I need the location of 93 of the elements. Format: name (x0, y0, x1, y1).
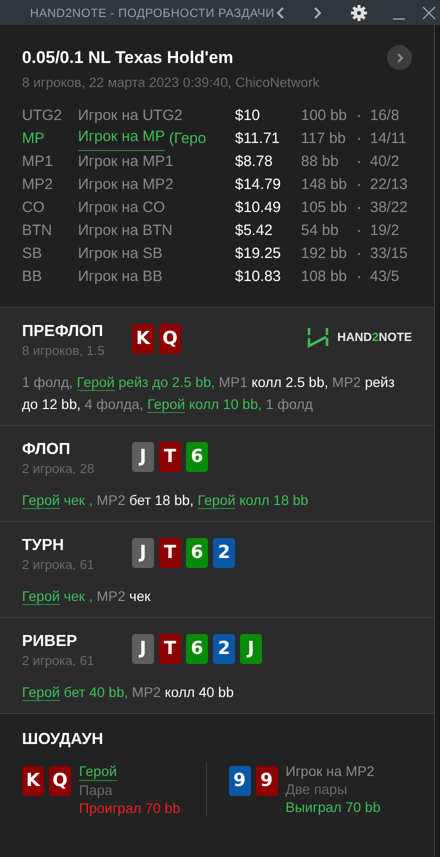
playing-card: T (159, 538, 181, 568)
stack-bb: 148 bb (301, 175, 348, 195)
player-name[interactable]: Игрок на MP2 (78, 174, 174, 196)
playing-card: J (132, 442, 154, 472)
stack-amount: $10.49 (235, 198, 282, 218)
hero-link[interactable]: Герой (22, 684, 60, 701)
stack-bb: 105 bb (301, 198, 348, 218)
street-info: 8 игроков, 1.5 (22, 342, 106, 359)
hero-link[interactable]: Герой (198, 492, 236, 509)
playing-card: T (159, 442, 181, 472)
stack-bb: 117 bb (301, 129, 347, 149)
chevron-right-icon (394, 52, 404, 64)
hand-subtitle: 8 игроков, 22 марта 2023 0:39:40, ChicoNetwork (22, 74, 320, 92)
settings-icon[interactable] (350, 4, 368, 22)
stack-amount: $10 (235, 106, 262, 126)
street-name: ФЛОП (22, 440, 72, 460)
player-note: (Геро (168, 129, 206, 149)
hero-link[interactable]: Герой (147, 396, 186, 413)
stack-amount: $19.25 (235, 244, 282, 264)
street-name: ТУРН (22, 536, 65, 556)
playing-card: 9 (228, 766, 250, 796)
close-icon[interactable] (422, 6, 436, 20)
playing-card: 2 (213, 538, 235, 568)
player-stats: 14/11 (370, 129, 406, 149)
playing-card: Q (49, 766, 71, 796)
street-info: 2 игрока, 28 (22, 460, 96, 477)
hand-rank: Пара (79, 780, 114, 799)
player-name[interactable]: Игрок на UTG2 (78, 105, 182, 128)
player-stats: 22/13 (370, 175, 408, 195)
action-line: Герой бет 40 bb, MP2 колл 40 bb (22, 682, 235, 703)
street-name: ПРЕФЛОП (22, 322, 104, 342)
stack-bb: 192 bb (301, 244, 348, 264)
stack-amount: $14.79 (235, 175, 282, 195)
stack-amount: $8.78 (235, 152, 274, 172)
player-name[interactable]: Игрок на MP2 (286, 762, 380, 780)
playing-card: J (132, 634, 154, 664)
stack-bb: 88 bb (301, 152, 340, 172)
position-label: SB (22, 244, 44, 264)
playing-card: 9 (256, 766, 278, 796)
playing-card: 2 (213, 634, 235, 664)
player-stats: 16/8 (370, 106, 400, 126)
player-stats: 38/22 (370, 198, 408, 218)
playing-card: 6 (186, 442, 208, 472)
next-hand-button[interactable] (387, 45, 412, 70)
position-label: UTG2 (22, 106, 64, 126)
logo-text: HAND2NOTE (337, 328, 412, 346)
stack-amount: $11.71 (235, 129, 281, 149)
street-info: 2 игрока, 61 (22, 556, 96, 573)
position-label: BTN (22, 221, 53, 241)
street-info: 2 игрока, 61 (22, 652, 96, 669)
showdown-title: ШОУДАУН (22, 730, 104, 750)
player-name[interactable]: Игрок на MP (78, 128, 165, 150)
position-label: BB (22, 267, 44, 287)
hero-link[interactable]: Герой (79, 762, 117, 781)
position-label: MP2 (22, 175, 54, 195)
player-name[interactable]: Игрок на CO (78, 197, 165, 220)
player-stats: 19/2 (370, 221, 400, 241)
playing-card: K (132, 324, 154, 354)
stack-bb: 100 bb (301, 106, 348, 126)
result-text: Проиграл 70 bb (79, 798, 180, 817)
player-stats: 43/5 (370, 267, 400, 287)
hand-title: 0.05/0.1 NL Texas Hold'em (22, 47, 234, 69)
player-name[interactable]: Игрок на BTN (78, 220, 172, 242)
position-label: CO (22, 198, 46, 218)
playing-card: J (240, 634, 262, 664)
street-name: РИВЕР (22, 632, 78, 652)
window-title: HAND2NOTE - ПОДРОБНОСТИ РАЗДАЧИ (30, 4, 274, 22)
player-stats: 40/2 (370, 152, 400, 172)
hero-link[interactable]: Герой (76, 374, 115, 391)
action-line: Герой чек , MP2 чек (22, 586, 152, 607)
stack-bb: 54 bb (301, 221, 340, 241)
position-label: MP (22, 129, 46, 149)
stack-bb: 108 bb (301, 267, 348, 287)
player-name[interactable]: Игрок на BB (78, 266, 162, 288)
action-line: 1 фолд, Герой рейз до 2.5 bb, MP1 колл 2.5 bb, MP2 рейз до 12 bb, 4 фолда, Герой колл 10 bb, 1 фолд (22, 372, 396, 415)
playing-card: 6 (186, 634, 208, 664)
player-stats: 33/15 (370, 244, 408, 264)
stack-amount: $10.83 (235, 267, 282, 287)
hand-rank: Две пары (286, 780, 348, 798)
stack-amount: $5.42 (235, 221, 274, 241)
action-line: Герой чек , MP2 бет 18 bb, Герой колл 18 bb (22, 490, 310, 511)
playing-card: T (159, 634, 181, 664)
playing-card: J (132, 538, 154, 568)
scrollbar[interactable] (434, 25, 440, 857)
hero-link[interactable]: Герой (22, 588, 60, 605)
playing-card: Q (159, 324, 181, 354)
playing-card: 6 (186, 538, 208, 568)
player-name[interactable]: Игрок на MP1 (78, 151, 174, 174)
hero-link[interactable]: Герой (22, 492, 60, 509)
result-text: Выиграл 70 bb (286, 798, 380, 816)
position-label: MP1 (22, 152, 54, 172)
playing-card: K (22, 766, 44, 796)
player-name[interactable]: Игрок на SB (78, 243, 162, 266)
